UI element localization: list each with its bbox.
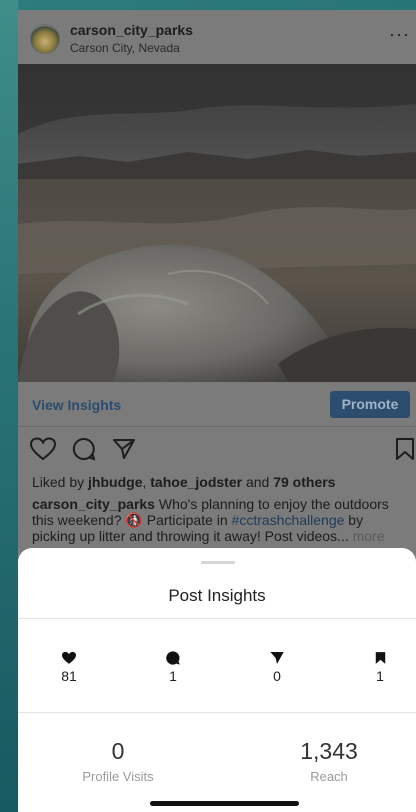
insights-bar: View Insights Promote bbox=[18, 382, 416, 427]
metric-value: 0 bbox=[273, 668, 281, 684]
send-icon[interactable] bbox=[112, 437, 136, 466]
likes-prefix: Liked by bbox=[32, 474, 89, 490]
comment-icon[interactable] bbox=[72, 437, 96, 466]
liked-user[interactable]: tahoe_jodster bbox=[150, 474, 242, 490]
metric-likes: 81 bbox=[49, 648, 89, 684]
heart-icon bbox=[49, 648, 89, 668]
metric-comments: 1 bbox=[153, 648, 193, 684]
metric-shares: 0 bbox=[257, 648, 297, 684]
likes-and: and bbox=[242, 474, 274, 490]
metric-value: 1 bbox=[376, 668, 384, 684]
post-insights-sheet: Post Insights 81 1 0 1 0 Profile Visits … bbox=[18, 548, 416, 812]
sheet-grabber[interactable] bbox=[201, 561, 235, 564]
post-caption: carson_city_parks Who's planning to enjo… bbox=[32, 496, 410, 544]
post-location[interactable]: Carson City, Nevada bbox=[70, 41, 180, 55]
divider bbox=[18, 712, 416, 713]
send-icon bbox=[257, 648, 297, 668]
divider bbox=[18, 618, 416, 619]
bookmark-icon[interactable] bbox=[394, 437, 416, 466]
view-insights-link[interactable]: View Insights bbox=[32, 397, 121, 413]
ellipsis-icon[interactable]: ··· bbox=[389, 24, 410, 45]
promote-button[interactable]: Promote bbox=[330, 391, 410, 418]
caption-text: Participate in bbox=[142, 512, 232, 528]
heart-icon[interactable] bbox=[29, 437, 57, 466]
profile-visits-value: 0 bbox=[111, 738, 125, 764]
metric-saves: 1 bbox=[360, 648, 400, 684]
home-indicator[interactable] bbox=[150, 801, 299, 806]
reach-label: Reach bbox=[310, 769, 348, 784]
post-photo[interactable] bbox=[18, 64, 416, 382]
bookmark-icon bbox=[360, 648, 400, 668]
post-actions bbox=[18, 427, 416, 471]
background-edge bbox=[0, 0, 18, 812]
caption-emoji: 🚯 bbox=[125, 512, 143, 528]
liked-others[interactable]: 79 others bbox=[273, 474, 335, 490]
profile-visits-label: Profile Visits bbox=[82, 769, 154, 784]
sheet-title: Post Insights bbox=[168, 586, 266, 605]
liked-user[interactable]: jhbudge bbox=[88, 474, 142, 490]
post-username[interactable]: carson_city_parks bbox=[70, 22, 193, 38]
profile-visits-stat: 0 Profile Visits bbox=[43, 738, 193, 784]
metric-value: 1 bbox=[169, 668, 177, 684]
reach-value: 1,343 bbox=[300, 738, 358, 764]
post-header: carson_city_parks Carson City, Nevada ··… bbox=[18, 10, 416, 64]
avatar[interactable] bbox=[30, 24, 60, 54]
caption-more-link[interactable]: more bbox=[353, 528, 385, 544]
caption-hashtag[interactable]: #cctrashchallenge bbox=[232, 512, 345, 528]
metric-value: 81 bbox=[61, 668, 77, 684]
comment-icon bbox=[153, 648, 193, 668]
likes-summary[interactable]: Liked by jhbudge, tahoe_jodster and 79 o… bbox=[32, 474, 335, 490]
caption-username[interactable]: carson_city_parks bbox=[32, 496, 155, 512]
reach-stat: 1,343 Reach bbox=[254, 738, 404, 784]
